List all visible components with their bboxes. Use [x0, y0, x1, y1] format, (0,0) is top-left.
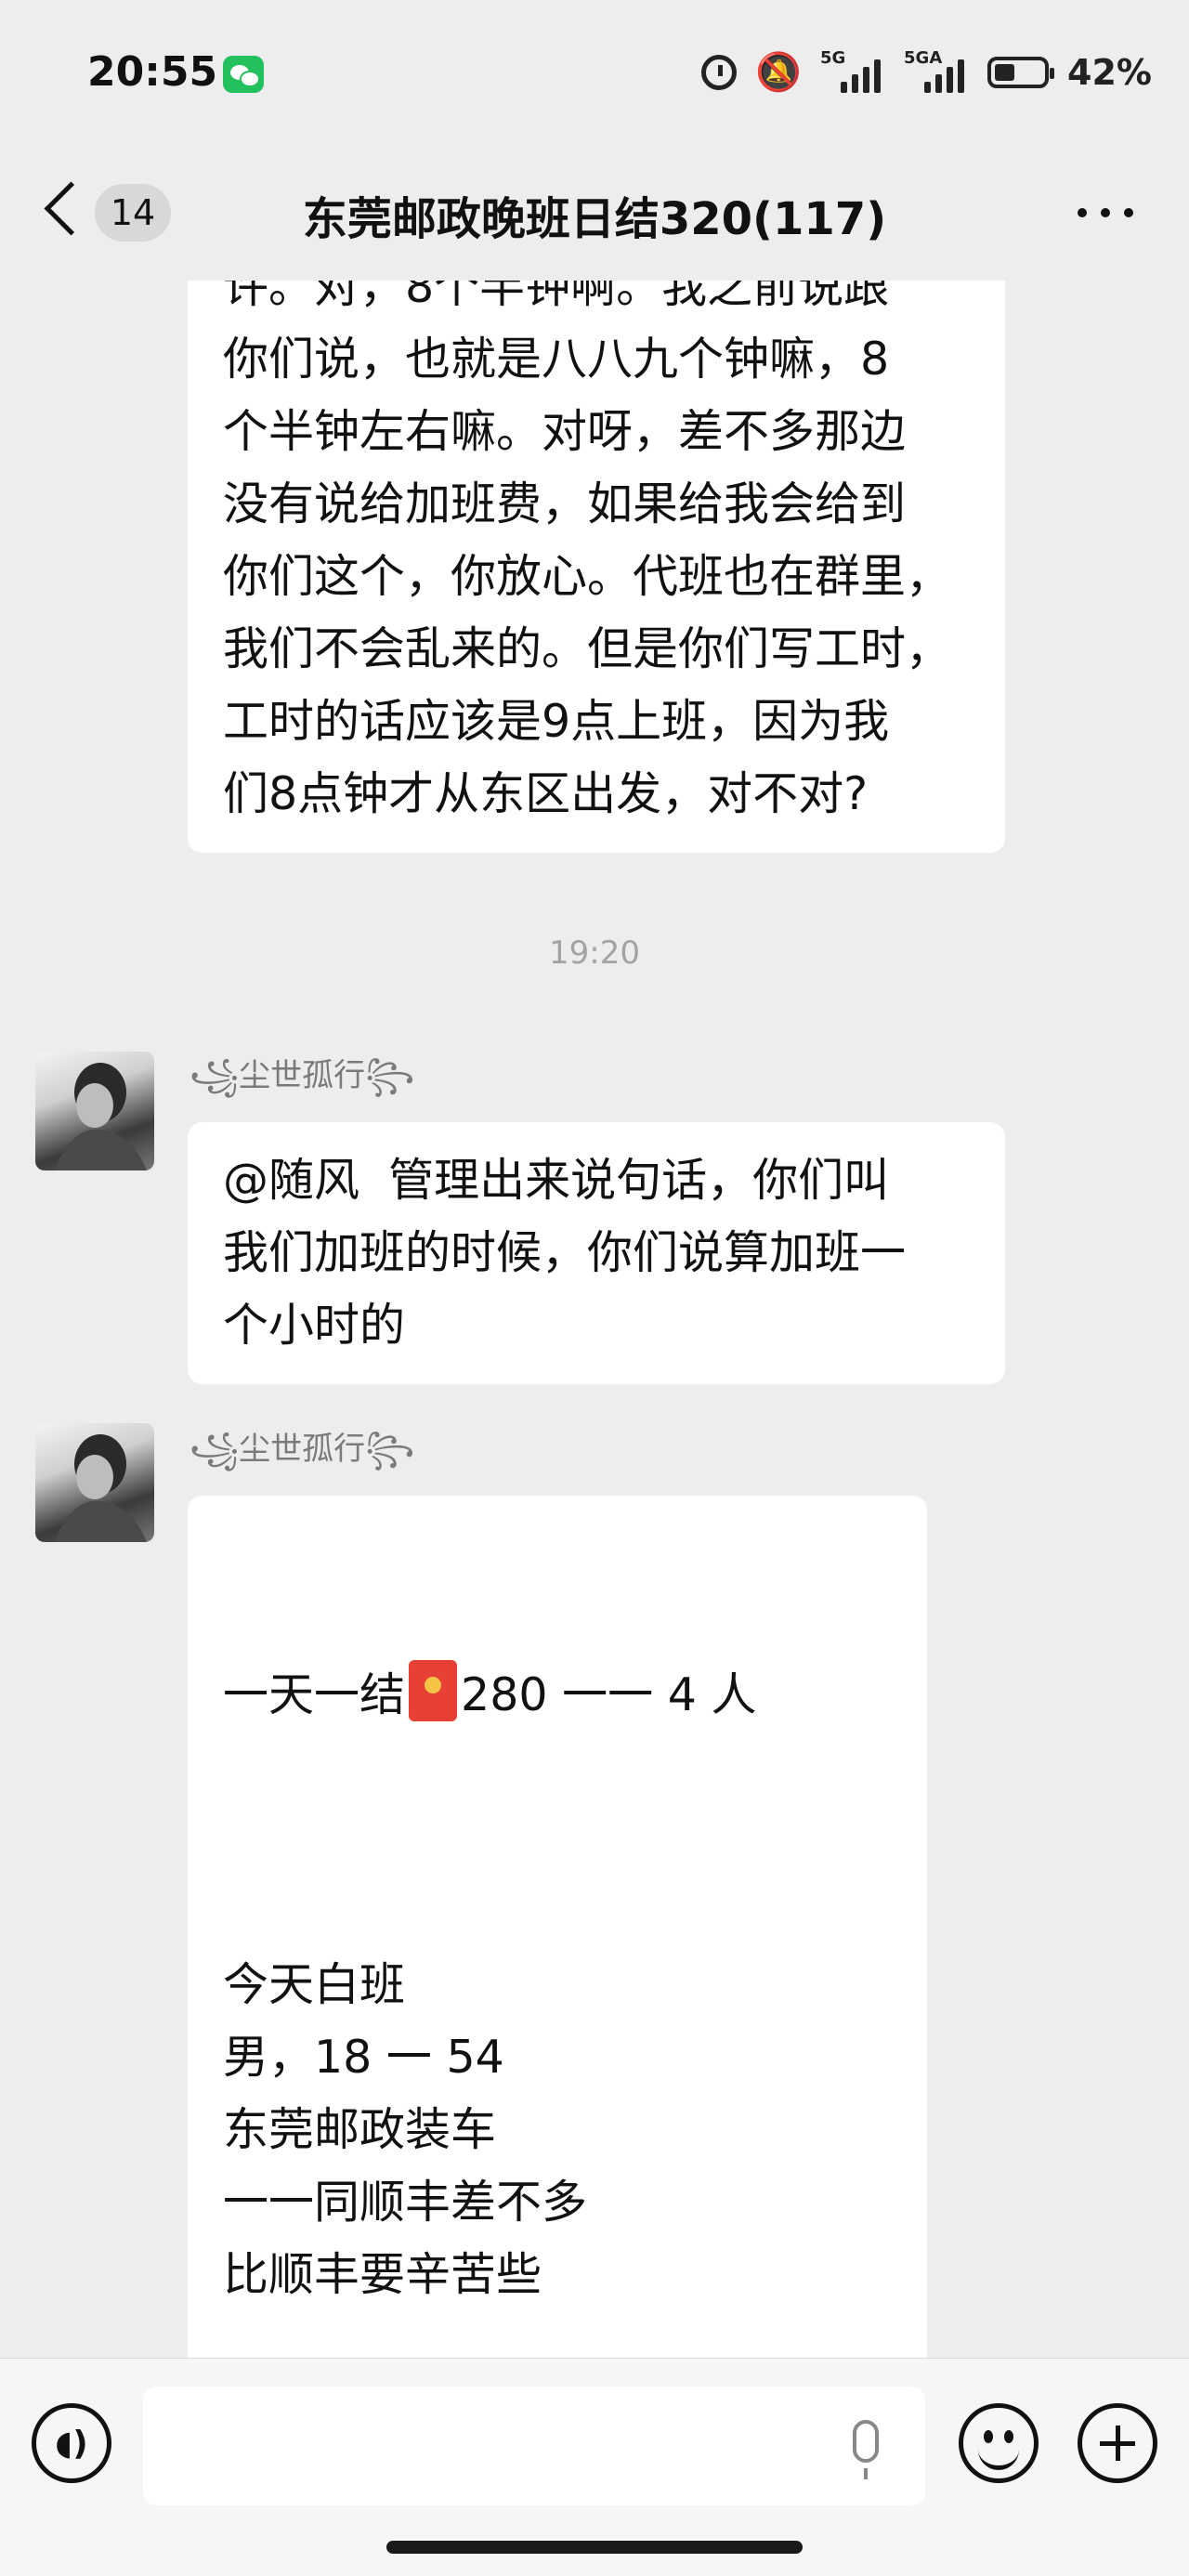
message-timestamp: 19:20 — [549, 935, 640, 972]
message-bubble-previous[interactable]: 许。对，8个半钟啊。我之前说跟 你们说，也就是八八九个钟嘛，8 个半钟左右嘛。对… — [188, 281, 1005, 853]
message-input[interactable] — [143, 2386, 925, 2505]
signal-icon-2: 5GA — [904, 48, 969, 95]
chat-message-list[interactable]: 许。对，8个半钟啊。我之前说跟 你们说，也就是八八九个钟嘛，8 个半钟左右嘛。对… — [0, 281, 1189, 2358]
message-line-1: 一天一结 280 一一 4 人 — [223, 1659, 892, 1732]
wechat-notification-icon — [223, 56, 264, 93]
battery-icon — [987, 57, 1055, 88]
plus-icon[interactable] — [1078, 2403, 1157, 2483]
signal-icon-1: 5G — [820, 48, 885, 95]
voice-icon[interactable]: ◖) — [32, 2403, 111, 2483]
alarm-icon — [701, 55, 738, 90]
home-indicator[interactable] — [386, 2541, 803, 2554]
battery-percent: 42% — [1067, 52, 1152, 93]
status-time: 20:55 — [87, 48, 218, 96]
avatar[interactable] — [35, 1052, 154, 1170]
mic-icon[interactable] — [853, 2420, 879, 2479]
message-bubble[interactable]: @随风 管理出来说句话，你们叫 我们加班的时候，你们说算加班一 个小时的 — [188, 1122, 1005, 1384]
avatar-photo-icon — [54, 1434, 147, 1542]
message-text: 一天一结 — [223, 1668, 406, 1721]
sender-name: ꧁尘世孤行꧂ — [189, 1431, 415, 1468]
more-dots-icon[interactable] — [1078, 208, 1133, 219]
status-icons: 🔕 5G 5GA 42% — [701, 45, 1152, 100]
mute-bell-icon: 🔕 — [755, 51, 803, 94]
message-body: 今天白班 男，18 一 54 东莞邮政装车 一一同顺丰差不多 比顺丰要辛苦些 今… — [223, 1958, 588, 2301]
chat-title: 东莞邮政晚班日结320(117) — [302, 193, 887, 245]
avatar[interactable] — [35, 1423, 154, 1542]
input-bar: ◖) — [0, 2358, 1189, 2576]
status-bar: 20:55 🔕 5G 5GA 42% — [0, 0, 1189, 149]
emoji-icon[interactable] — [959, 2403, 1039, 2483]
message-text: 280 一一 4 人 — [461, 1668, 757, 1721]
chat-header: 14 东莞邮政晚班日结320(117) — [0, 149, 1189, 281]
red-packet-emoji — [409, 1660, 458, 1721]
sender-name: ꧁尘世孤行꧂ — [189, 1057, 415, 1094]
avatar-photo-icon — [54, 1063, 147, 1170]
message-bubble[interactable]: 一天一结 280 一一 4 人 今天白班 男，18 一 54 东莞邮政装车 一一同… — [188, 1496, 927, 2358]
